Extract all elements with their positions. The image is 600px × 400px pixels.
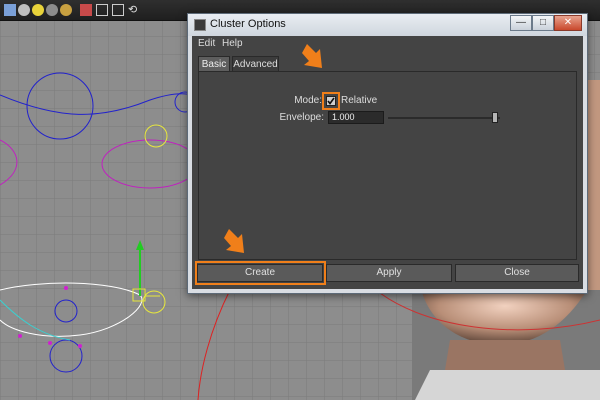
camera-icon[interactable] bbox=[60, 4, 72, 16]
maximize-button[interactable]: □ bbox=[532, 15, 554, 31]
shading-icon[interactable] bbox=[46, 4, 58, 16]
create-button[interactable]: Create bbox=[197, 264, 323, 282]
app-icon bbox=[194, 19, 206, 31]
envelope-field[interactable]: 1.000 bbox=[328, 111, 384, 124]
relative-label: Relative bbox=[341, 95, 378, 106]
light-icon[interactable] bbox=[32, 4, 44, 16]
envelope-label: Envelope: bbox=[279, 112, 324, 123]
mode-label: Mode: bbox=[294, 95, 322, 106]
frame-icon[interactable] bbox=[96, 4, 108, 16]
apply-button[interactable]: Apply bbox=[326, 264, 452, 282]
envelope-slider-handle[interactable] bbox=[492, 112, 498, 123]
dialog-client-area: Edit Help Basic Advanced Mode: Relative … bbox=[192, 36, 583, 289]
arrow-annotation-create bbox=[224, 229, 244, 253]
sphere-icon[interactable] bbox=[18, 4, 30, 16]
joint-icon[interactable]: ⟲ bbox=[128, 4, 140, 16]
envelope-slider[interactable] bbox=[388, 117, 500, 119]
menubar: Edit Help bbox=[192, 36, 583, 53]
window-close-button[interactable]: ✕ bbox=[554, 15, 582, 31]
grid-icon[interactable] bbox=[4, 4, 16, 16]
minimize-button[interactable]: — bbox=[510, 15, 532, 31]
menu-help[interactable]: Help bbox=[222, 38, 243, 49]
mode-checkbox-highlight bbox=[322, 92, 340, 110]
dialog-titlebar[interactable]: Cluster Options — □ ✕ bbox=[188, 14, 587, 36]
arrow-annotation-mode bbox=[302, 44, 322, 68]
tab-basic[interactable]: Basic bbox=[198, 56, 230, 71]
options-panel bbox=[198, 71, 577, 260]
tab-advanced[interactable]: Advanced bbox=[232, 56, 279, 71]
dialog-title: Cluster Options bbox=[210, 18, 286, 30]
menu-edit[interactable]: Edit bbox=[198, 38, 215, 49]
close-button[interactable]: Close bbox=[455, 264, 579, 282]
layout-icon[interactable] bbox=[112, 4, 124, 16]
isolate-icon[interactable] bbox=[80, 4, 92, 16]
